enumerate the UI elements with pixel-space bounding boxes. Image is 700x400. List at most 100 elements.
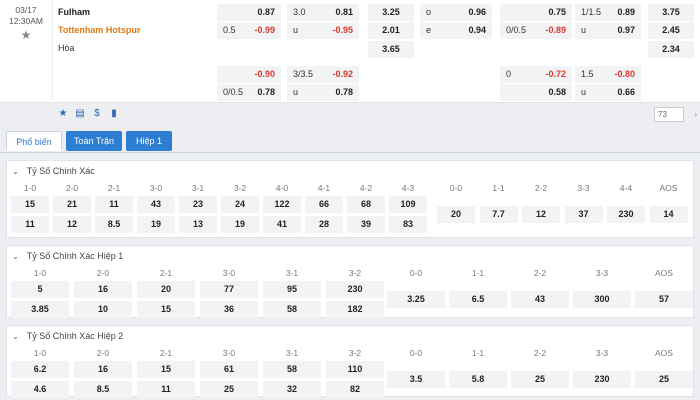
tab-popular[interactable]: Phổ biến [6, 131, 62, 151]
score-odds-cell[interactable]: 43 [137, 196, 175, 213]
score-odds-cell[interactable]: 43 [511, 291, 569, 308]
score-odds-cell[interactable]: 122 [263, 196, 301, 213]
score-odds-cell[interactable]: 61 [200, 361, 258, 378]
score-odds-cell[interactable]: 5.8 [449, 371, 507, 388]
score-odds-cell[interactable]: 16 [74, 281, 132, 298]
score-odds-cell[interactable]: 68 [347, 196, 385, 213]
odds-ah_h2-1[interactable]: 0.58 [500, 84, 572, 101]
score-odds-cell[interactable]: 41 [263, 216, 301, 233]
odds-ah1-0[interactable]: 0.87 [217, 4, 281, 21]
market-count[interactable]: 73 [654, 107, 684, 122]
score-odds-cell[interactable]: 16 [74, 361, 132, 378]
score-odds-cell[interactable]: 230 [573, 371, 631, 388]
odds-x12_h1-0[interactable]: 3.75 [648, 4, 694, 21]
score-odds-cell[interactable]: 83 [389, 216, 427, 233]
odds-ou_h1-1[interactable]: u 0.97 [575, 22, 641, 39]
score-odds-cell[interactable]: 14 [649, 206, 688, 223]
tab-first-half[interactable]: Hiệp 1 [126, 131, 172, 151]
score-odds-cell[interactable]: 6.5 [449, 291, 507, 308]
score-odds-cell[interactable]: 6.2 [11, 361, 69, 378]
score-odds-cell[interactable]: 32 [263, 381, 321, 398]
score-odds-cell[interactable]: 20 [137, 281, 195, 298]
odds-oe-1[interactable]: e 0.94 [420, 22, 492, 39]
score-odds-cell[interactable]: 58 [263, 301, 321, 318]
score-odds-cell[interactable]: 3.85 [11, 301, 69, 318]
section-title[interactable]: ⌄ Tỷ Số Chính Xác Hiệp 1 [12, 251, 123, 261]
score-odds-cell[interactable]: 15 [137, 361, 195, 378]
odds-ou2-1[interactable]: u 0.78 [287, 84, 359, 101]
chevron-down-icon[interactable]: ⌄ [12, 332, 19, 341]
score-odds-cell[interactable]: 109 [389, 196, 427, 213]
score-odds-cell[interactable]: 39 [347, 216, 385, 233]
score-odds-cell[interactable]: 15 [11, 196, 49, 213]
section-title[interactable]: ⌄ Tỷ Số Chính Xác [12, 166, 95, 176]
score-odds-cell[interactable]: 36 [200, 301, 258, 318]
score-odds-cell[interactable]: 110 [326, 361, 384, 378]
score-odds-cell[interactable]: 230 [326, 281, 384, 298]
odds-ah_h2-0[interactable]: 0 -0.72 [500, 66, 572, 83]
chevron-right-icon[interactable]: › [694, 110, 697, 119]
score-odds-cell[interactable]: 11 [137, 381, 195, 398]
odds-ou1-1[interactable]: u -0.95 [287, 22, 359, 39]
odds-x12_h1-2[interactable]: 2.34 [648, 41, 694, 58]
odds-ou_h1-0[interactable]: 1/1.5 0.89 [575, 4, 641, 21]
section-title[interactable]: ⌄ Tỷ Số Chính Xác Hiệp 2 [12, 331, 123, 341]
score-odds-cell[interactable]: 95 [263, 281, 321, 298]
score-odds-cell[interactable]: 23 [179, 196, 217, 213]
odds-x12-0[interactable]: 3.25 [368, 4, 414, 21]
score-odds-cell[interactable]: 15 [137, 301, 195, 318]
chevron-down-icon[interactable]: ⌄ [12, 167, 19, 176]
odds-ah_h1-0[interactable]: 0.75 [500, 4, 572, 21]
score-odds-cell[interactable]: 182 [326, 301, 384, 318]
odds-ah2-0[interactable]: -0.90 [217, 66, 281, 83]
score-odds-cell[interactable]: 19 [221, 216, 259, 233]
odds-x12_h1-1[interactable]: 2.45 [648, 22, 694, 39]
score-odds-cell[interactable]: 5 [11, 281, 69, 298]
score-odds-cell[interactable]: 21 [53, 196, 91, 213]
score-odds-cell[interactable]: 8.5 [95, 216, 133, 233]
score-odds-cell[interactable]: 25 [200, 381, 258, 398]
score-odds-cell[interactable]: 25 [635, 371, 693, 388]
score-odds-cell[interactable]: 11 [95, 196, 133, 213]
favorite-star-icon[interactable]: ★ [0, 29, 52, 41]
score-odds-cell[interactable]: 66 [305, 196, 343, 213]
score-odds-cell[interactable]: 7.7 [479, 206, 518, 223]
score-odds-cell[interactable]: 3.5 [387, 371, 445, 388]
score-odds-cell[interactable]: 77 [200, 281, 258, 298]
odds-ou_h2-0[interactable]: 1.5 -0.80 [575, 66, 641, 83]
odds-ah1-1[interactable]: 0.5 -0.99 [217, 22, 281, 39]
score-odds-cell[interactable]: 10 [74, 301, 132, 318]
tab-full-match[interactable]: Toàn Trận [66, 131, 122, 151]
score-odds-cell[interactable]: 8.5 [74, 381, 132, 398]
bar-chart-icon[interactable]: ▮ [107, 107, 121, 121]
score-odds-cell[interactable]: 3.25 [387, 291, 445, 308]
odds-oe-0[interactable]: o 0.96 [420, 4, 492, 21]
score-odds-cell[interactable]: 12 [53, 216, 91, 233]
score-odds-cell[interactable]: 4.6 [11, 381, 69, 398]
dollar-icon[interactable]: $ [90, 107, 104, 121]
odds-ou_h2-1[interactable]: u 0.66 [575, 84, 641, 101]
score-odds-cell[interactable]: 57 [635, 291, 693, 308]
odds-x12-1[interactable]: 2.01 [368, 22, 414, 39]
score-odds-cell[interactable]: 11 [11, 216, 49, 233]
score-odds-cell[interactable]: 12 [522, 206, 560, 223]
chevron-down-icon[interactable]: ⌄ [12, 252, 19, 261]
list-icon[interactable]: ▤ [73, 107, 87, 121]
score-odds-cell[interactable]: 28 [305, 216, 343, 233]
score-odds-cell[interactable]: 25 [511, 371, 569, 388]
score-odds-cell[interactable]: 13 [179, 216, 217, 233]
odds-ou2-0[interactable]: 3/3.5 -0.92 [287, 66, 359, 83]
score-odds-cell[interactable]: 58 [263, 361, 321, 378]
score-odds-cell[interactable]: 230 [607, 206, 645, 223]
score-odds-cell[interactable]: 24 [221, 196, 259, 213]
score-odds-cell[interactable]: 20 [437, 206, 475, 223]
odds-ah2-1[interactable]: 0/0.5 0.78 [217, 84, 281, 101]
score-odds-cell[interactable]: 82 [326, 381, 384, 398]
odds-x12-2[interactable]: 3.65 [368, 41, 414, 58]
star-icon[interactable]: ★ [56, 107, 70, 121]
score-odds-cell[interactable]: 37 [564, 206, 603, 223]
odds-ou1-0[interactable]: 3.0 0.81 [287, 4, 359, 21]
odds-ah_h1-1[interactable]: 0/0.5 -0.89 [500, 22, 572, 39]
score-odds-cell[interactable]: 300 [573, 291, 631, 308]
score-odds-cell[interactable]: 19 [137, 216, 175, 233]
